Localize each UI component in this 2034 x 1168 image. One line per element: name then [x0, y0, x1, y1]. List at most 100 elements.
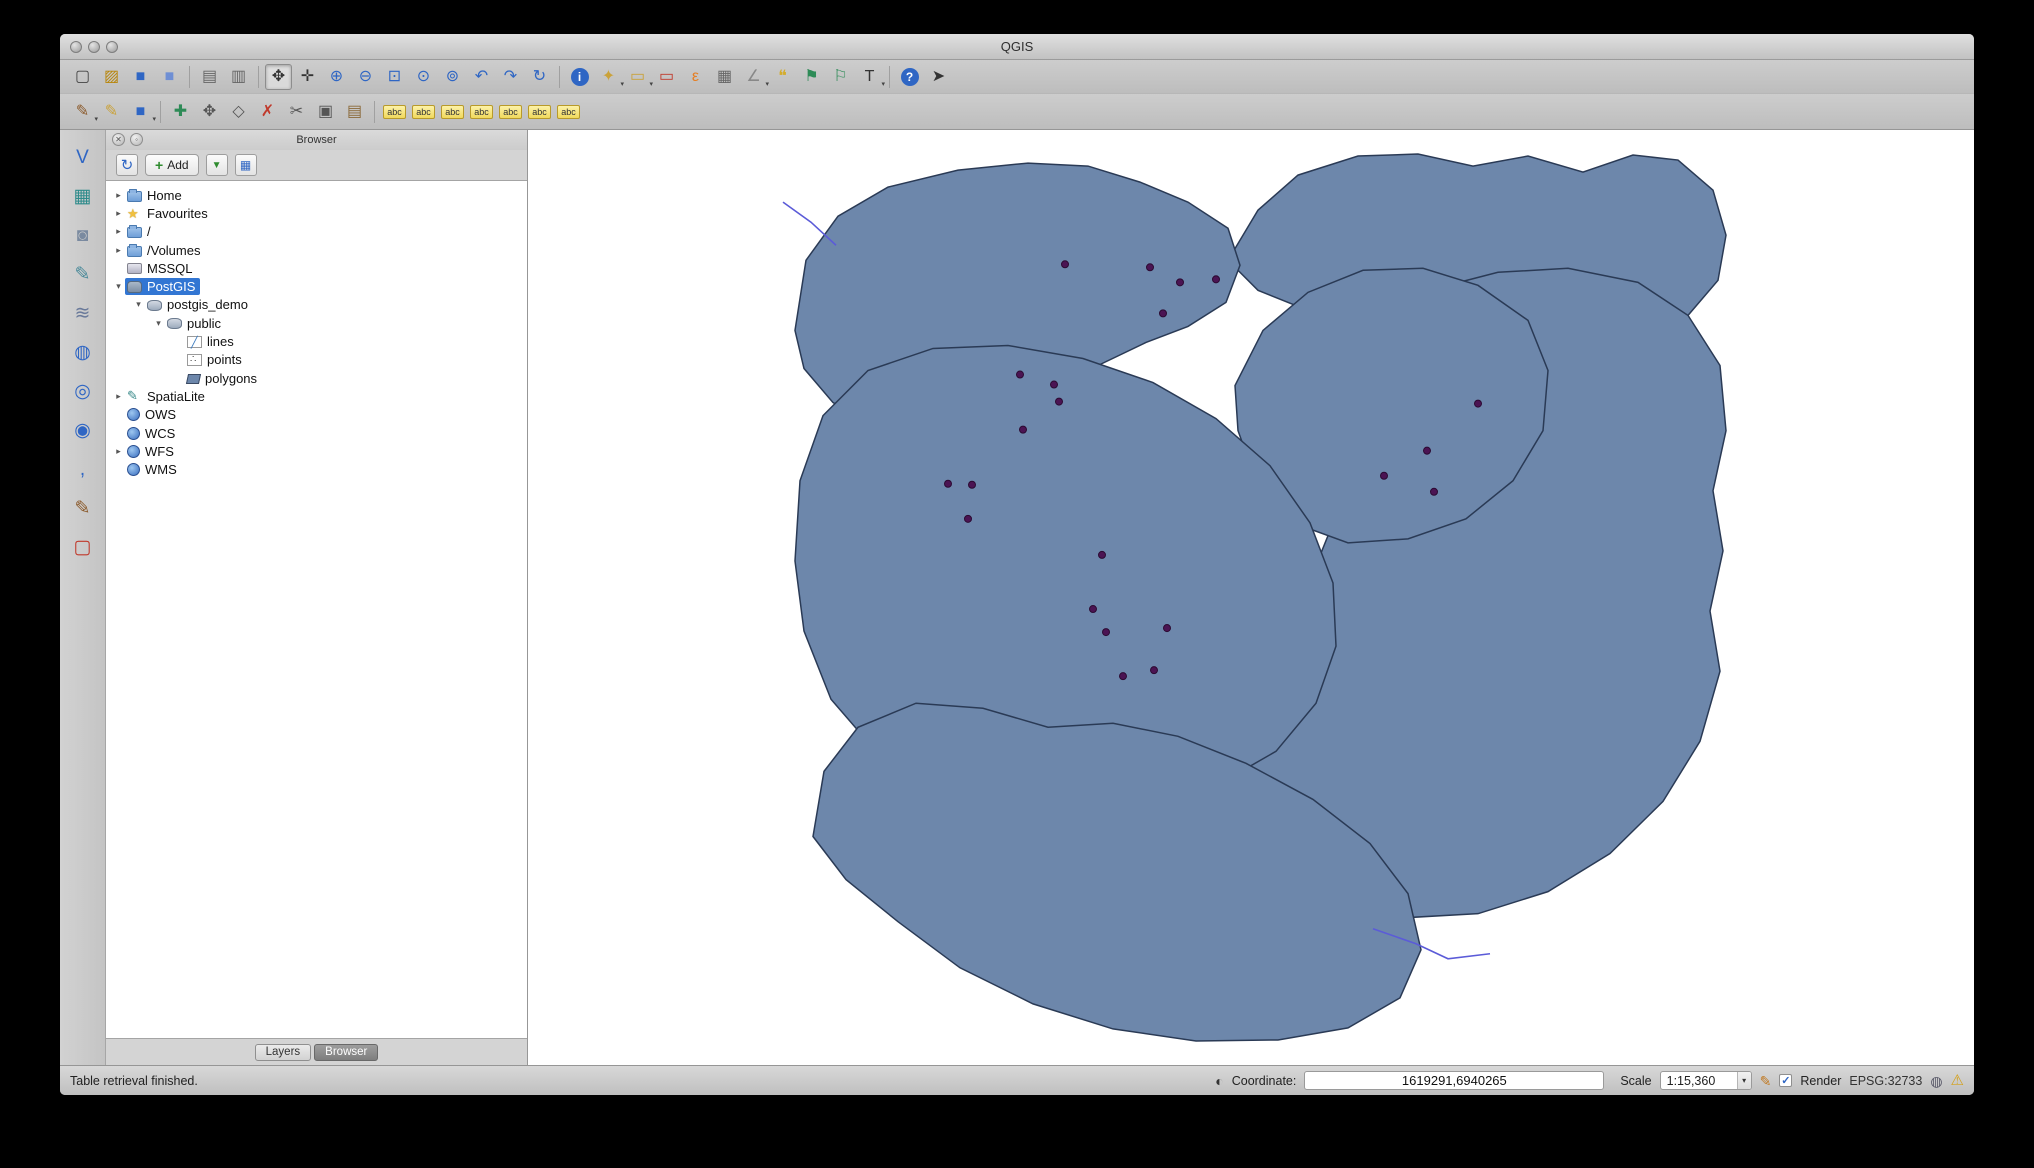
node-tool[interactable]: ◇: [225, 99, 252, 125]
chevron-down-icon[interactable]: ▾: [1737, 1072, 1751, 1089]
composer-manager[interactable]: ▥: [225, 64, 252, 90]
tree-item-[interactable]: ▸/: [106, 223, 527, 241]
zoom-next[interactable]: ↷: [497, 64, 524, 90]
tree-item-ows[interactable]: OWS: [106, 406, 527, 424]
identify-features[interactable]: i: [566, 64, 593, 90]
add-delimited-text-layer[interactable]: ,: [68, 454, 98, 484]
label-properties[interactable]: abc: [555, 99, 582, 125]
tab-layers[interactable]: Layers: [255, 1044, 312, 1061]
add-selected-layers-button[interactable]: + Add: [145, 154, 199, 176]
touch-zoom-pan[interactable]: ✥: [265, 64, 292, 90]
map-tips[interactable]: ❝: [769, 64, 796, 90]
paste-features[interactable]: ▤: [341, 99, 368, 125]
disclosure-triangle[interactable]: ▸: [112, 391, 125, 402]
text-annotation[interactable]: T▾: [856, 64, 883, 90]
help-contents[interactable]: ?: [896, 64, 923, 90]
zoom-to-layer[interactable]: ⊚: [439, 64, 466, 90]
panel-close-button[interactable]: ✕: [112, 133, 125, 146]
add-raster-layer[interactable]: ▦: [68, 181, 98, 211]
zoom-to-selection[interactable]: ⊙: [410, 64, 437, 90]
tree-item-volumes[interactable]: ▸/Volumes: [106, 241, 527, 259]
tree-item-postgis[interactable]: ▾PostGIS: [106, 277, 527, 295]
render-checkbox[interactable]: ✓: [1779, 1074, 1792, 1087]
disclosure-triangle[interactable]: ▸: [112, 226, 125, 237]
tree-item-spatialite[interactable]: ▸SpatiaLite: [106, 387, 527, 405]
tree-item-lines[interactable]: lines: [106, 332, 527, 350]
crs-status-icon[interactable]: ◍: [1930, 1074, 1942, 1088]
scale-combo[interactable]: 1:15,360 ▾: [1660, 1071, 1752, 1090]
add-mssql-layer[interactable]: ≋: [68, 298, 98, 328]
measure[interactable]: ∠▾: [740, 64, 767, 90]
tree-item-public[interactable]: ▾public: [106, 314, 527, 332]
select-features[interactable]: ▭▾: [624, 64, 651, 90]
disclosure-triangle[interactable]: ▸: [112, 245, 125, 256]
tree-item-wcs[interactable]: WCS: [106, 424, 527, 442]
map-canvas[interactable]: [528, 130, 1974, 1065]
text-annotation-dropdown-arrow[interactable]: ▾: [881, 80, 885, 88]
label-rotate[interactable]: abc: [439, 99, 466, 125]
label-show-hide[interactable]: abc: [497, 99, 524, 125]
tree-item-favourites[interactable]: ▸Favourites: [106, 204, 527, 222]
mouse-position-icon[interactable]: ◐: [1215, 1074, 1223, 1088]
add-postgis-layer[interactable]: ◙: [68, 220, 98, 250]
messages-warning-icon[interactable]: ⚠: [1951, 1073, 1964, 1088]
tree-item-polygons[interactable]: polygons: [106, 369, 527, 387]
move-feature[interactable]: ✥: [196, 99, 223, 125]
add-spatialite-layer[interactable]: ✎: [68, 259, 98, 289]
current-edits[interactable]: ✎▾: [69, 99, 96, 125]
add-wfs-layer[interactable]: ◉: [68, 415, 98, 445]
browser-panel-header[interactable]: ✕ ◦ Browser: [106, 130, 527, 150]
disclosure-triangle[interactable]: ▸: [112, 190, 125, 201]
disclosure-triangle[interactable]: ▸: [112, 446, 125, 457]
disclosure-triangle[interactable]: ▾: [112, 281, 125, 292]
tree-item-mssql[interactable]: MSSQL: [106, 259, 527, 277]
new-print-composer[interactable]: ▤: [196, 64, 223, 90]
save-project-as[interactable]: ■: [156, 64, 183, 90]
new-project[interactable]: ▢: [69, 64, 96, 90]
refresh-button[interactable]: ↻: [116, 154, 138, 176]
title-bar[interactable]: QGIS: [60, 34, 1974, 60]
remove-layer[interactable]: ▢: [68, 532, 98, 562]
open-project[interactable]: ▨: [98, 64, 125, 90]
add-wcs-layer[interactable]: ◎: [68, 376, 98, 406]
tree-item-wms[interactable]: WMS: [106, 460, 527, 478]
tree-item-wfs[interactable]: ▸WFS: [106, 442, 527, 460]
disclosure-triangle[interactable]: ▾: [152, 318, 165, 329]
toggle-editing[interactable]: ✎: [98, 99, 125, 125]
zoom-out[interactable]: ⊖: [352, 64, 379, 90]
show-bookmarks[interactable]: ⚐: [827, 64, 854, 90]
label-highlight[interactable]: abc: [526, 99, 553, 125]
label-move[interactable]: abc: [410, 99, 437, 125]
save-layer-edits[interactable]: ■▾: [127, 99, 154, 125]
new-bookmark[interactable]: ⚑: [798, 64, 825, 90]
properties-widget-button[interactable]: ▦: [235, 154, 257, 176]
zoom-full[interactable]: ⊡: [381, 64, 408, 90]
open-attribute-table[interactable]: ▦: [711, 64, 738, 90]
add-vector-layer[interactable]: V: [68, 142, 98, 172]
tree-item-home[interactable]: ▸Home: [106, 186, 527, 204]
run-feature-action[interactable]: ✦▾: [595, 64, 622, 90]
zoom-last[interactable]: ↶: [468, 64, 495, 90]
tab-browser[interactable]: Browser: [314, 1044, 378, 1061]
tree-item-points[interactable]: points: [106, 351, 527, 369]
cut-features[interactable]: ✂: [283, 99, 310, 125]
new-shapefile-layer[interactable]: ✎: [68, 493, 98, 523]
label-pin[interactable]: abc: [468, 99, 495, 125]
panel-float-button[interactable]: ◦: [130, 133, 143, 146]
refresh-map[interactable]: ↻: [526, 64, 553, 90]
pan-map-to-selection[interactable]: ✛: [294, 64, 321, 90]
filter-browser-button[interactable]: ▼: [206, 154, 228, 176]
zoom-in[interactable]: ⊕: [323, 64, 350, 90]
layer-labeling[interactable]: abc: [381, 99, 408, 125]
tree-item-postgis-demo[interactable]: ▾postgis_demo: [106, 296, 527, 314]
copy-features[interactable]: ▣: [312, 99, 339, 125]
disclosure-triangle[interactable]: ▸: [112, 208, 125, 219]
delete-selected[interactable]: ✗: [254, 99, 281, 125]
scale-edit-icon[interactable]: ✎: [1760, 1074, 1772, 1088]
add-feature[interactable]: ✚: [167, 99, 194, 125]
statistical-summary[interactable]: ε: [682, 64, 709, 90]
add-wms-layer[interactable]: ◍: [68, 337, 98, 367]
coordinate-input[interactable]: [1304, 1071, 1604, 1090]
save-project[interactable]: ■: [127, 64, 154, 90]
deselect-features[interactable]: ▭: [653, 64, 680, 90]
